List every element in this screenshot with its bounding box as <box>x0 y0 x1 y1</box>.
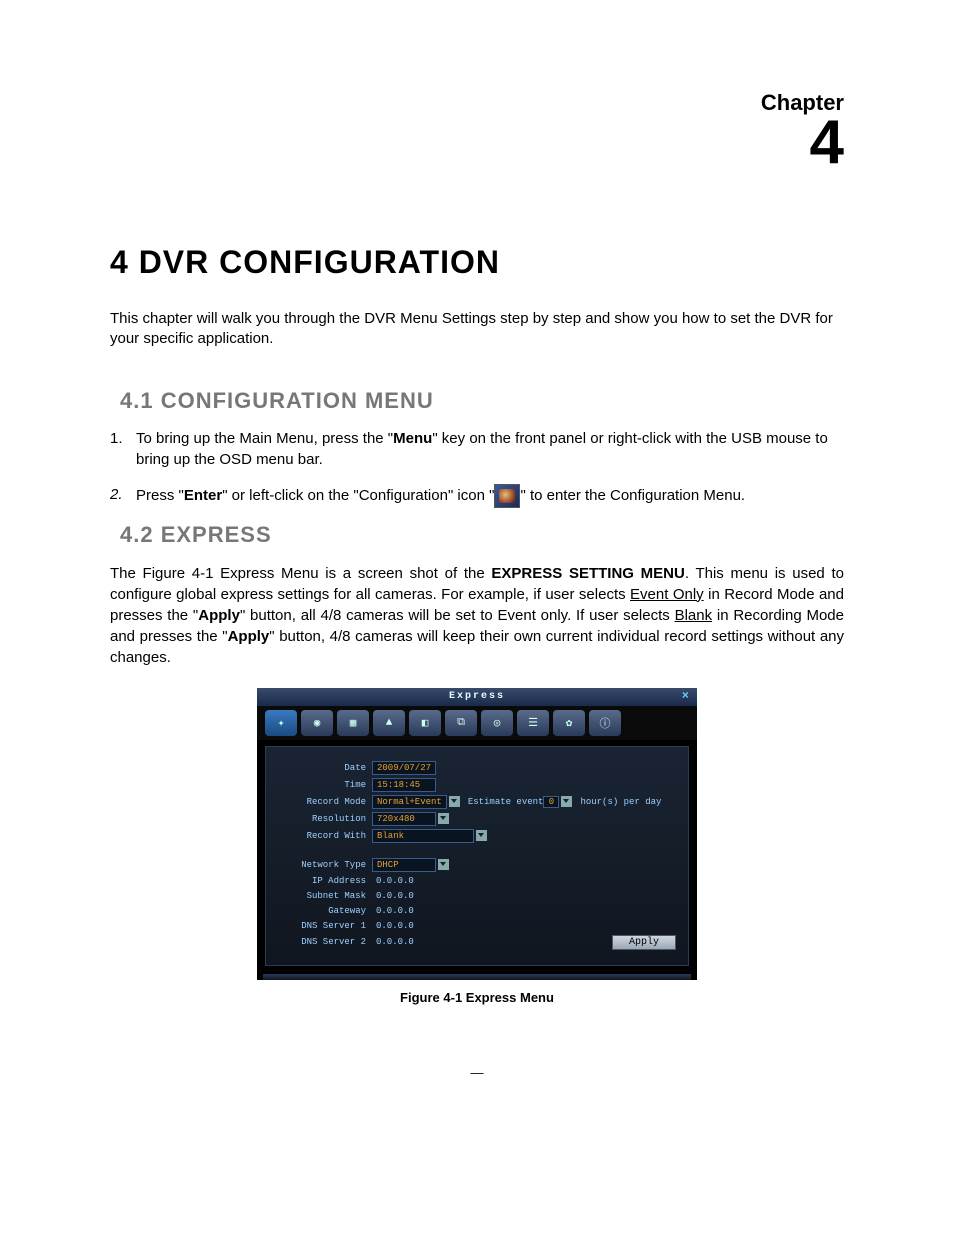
toolbar-schedule-icon[interactable]: ☰ <box>517 710 549 736</box>
section-4-2-title: 4.2 EXPRESS <box>120 522 844 548</box>
record-mode-field[interactable]: Normal+Event <box>372 795 447 809</box>
dns2-value: 0.0.0.0 <box>372 936 418 948</box>
page-footer: — <box>110 1065 844 1080</box>
toolbar-display-icon[interactable]: ◎ <box>481 710 513 736</box>
dropdown-icon[interactable] <box>438 813 449 824</box>
toolbar-disk-icon[interactable]: ◧ <box>409 710 441 736</box>
toolbar: ✦ ◉ ▦ ▲ ◧ ⧉ ◎ ☰ ✿ ⓘ <box>257 706 697 740</box>
settings-panel: Date 2009/07/27 Time 15:18:45 Record Mod… <box>265 746 689 966</box>
list-text: Press "Enter" or left-click on the "Conf… <box>136 484 844 508</box>
list-item: 1. To bring up the Main Menu, press the … <box>110 428 844 470</box>
ip-address-label: IP Address <box>278 876 372 886</box>
list-text: To bring up the Main Menu, press the "Me… <box>136 428 844 470</box>
dropdown-icon[interactable] <box>449 796 460 807</box>
close-icon[interactable]: × <box>682 689 691 703</box>
subnet-mask-label: Subnet Mask <box>278 891 372 901</box>
dns1-label: DNS Server 1 <box>278 921 372 931</box>
toolbar-record-icon[interactable]: ▦ <box>337 710 369 736</box>
dropdown-icon[interactable] <box>438 859 449 870</box>
toolbar-info-icon[interactable]: ⓘ <box>589 710 621 736</box>
record-with-label: Record With <box>278 831 372 841</box>
date-label: Date <box>278 763 372 773</box>
time-field[interactable]: 15:18:45 <box>372 778 436 792</box>
window-titlebar: Express × <box>257 688 697 706</box>
date-field[interactable]: 2009/07/27 <box>372 761 436 775</box>
network-type-field[interactable]: DHCP <box>372 858 436 872</box>
chapter-number: 4 <box>110 112 844 174</box>
apply-button[interactable]: Apply <box>612 935 676 950</box>
estimate-label: Estimate event <box>468 797 544 807</box>
estimate-suffix: hour(s) per day <box>580 797 661 807</box>
footer-bar <box>263 974 691 980</box>
page-title: 4 DVR CONFIGURATION <box>110 244 844 281</box>
list-number: 1. <box>110 428 136 470</box>
toolbar-alarm-icon[interactable]: ▲ <box>373 710 405 736</box>
time-label: Time <box>278 780 372 790</box>
gateway-label: Gateway <box>278 906 372 916</box>
record-with-field[interactable]: Blank <box>372 829 474 843</box>
dropdown-icon[interactable] <box>476 830 487 841</box>
record-mode-label: Record Mode <box>278 797 372 807</box>
figure-caption: Figure 4-1 Express Menu <box>110 990 844 1005</box>
subnet-mask-value: 0.0.0.0 <box>372 890 418 902</box>
section-4-1-title: 4.1 CONFIGURATION MENU <box>120 388 844 414</box>
dropdown-icon[interactable] <box>561 796 572 807</box>
configuration-icon <box>494 484 520 508</box>
gateway-value: 0.0.0.0 <box>372 905 418 917</box>
express-menu-screenshot: Express × ✦ ◉ ▦ ▲ ◧ ⧉ ◎ ☰ ✿ ⓘ Date 2009/… <box>257 688 697 980</box>
resolution-label: Resolution <box>278 814 372 824</box>
window-title: Express <box>449 691 505 702</box>
network-type-label: Network Type <box>278 860 372 870</box>
dns1-value: 0.0.0.0 <box>372 920 418 932</box>
toolbar-express-icon[interactable]: ✦ <box>265 710 297 736</box>
section-4-1-list: 1. To bring up the Main Menu, press the … <box>110 428 844 508</box>
intro-paragraph: This chapter will walk you through the D… <box>110 309 844 350</box>
resolution-field[interactable]: 720x480 <box>372 812 436 826</box>
section-4-2-paragraph: The Figure 4-1 Express Menu is a screen … <box>110 563 844 668</box>
dns2-label: DNS Server 2 <box>278 937 372 947</box>
toolbar-network-icon[interactable]: ⧉ <box>445 710 477 736</box>
chapter-tag: Chapter 4 <box>110 90 844 174</box>
toolbar-system-icon[interactable]: ✿ <box>553 710 585 736</box>
ip-address-value: 0.0.0.0 <box>372 875 418 887</box>
toolbar-camera-icon[interactable]: ◉ <box>301 710 333 736</box>
list-item: 2. Press "Enter" or left-click on the "C… <box>110 484 844 508</box>
list-number: 2. <box>110 484 136 508</box>
estimate-hours-field[interactable]: 0 <box>543 796 559 808</box>
